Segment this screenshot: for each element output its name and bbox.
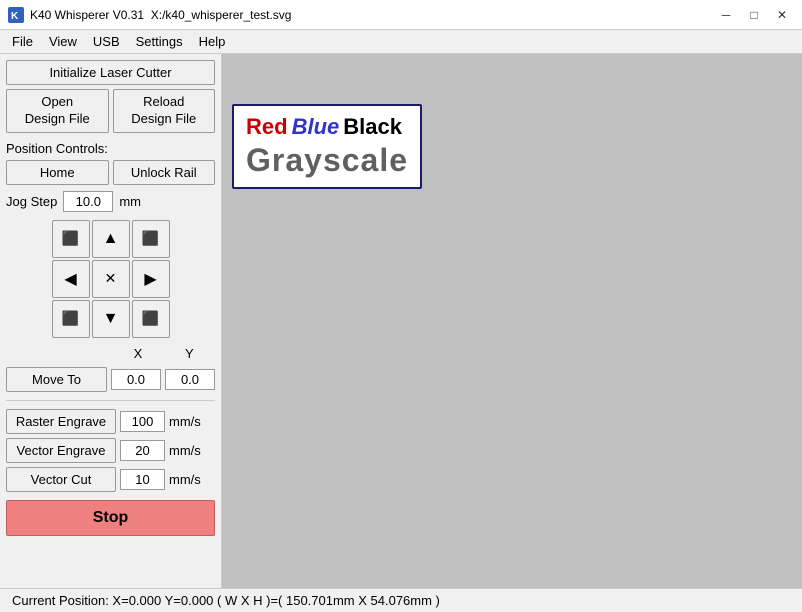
preview-text-blue: Blue	[292, 114, 340, 140]
raster-engrave-unit: mm/s	[169, 414, 201, 429]
jog-bottom-right-button[interactable]: ⬛	[132, 300, 170, 338]
maximize-button[interactable]: □	[742, 5, 766, 25]
jog-top-right-icon: ⬛	[142, 230, 159, 247]
raster-engrave-input[interactable]	[120, 411, 165, 432]
preview-text-red: Red	[246, 114, 288, 140]
x-label: X	[114, 346, 161, 361]
left-panel: Initialize Laser Cutter OpenDesign File …	[0, 54, 222, 588]
status-text: Current Position: X=0.000 Y=0.000 ( W X …	[12, 593, 440, 608]
jog-grid: ⬛ ▲ ⬛ ◀ ✕ ▶ ⬛ ▼	[52, 220, 170, 338]
jog-top-left-icon: ⬛	[62, 230, 79, 247]
position-controls-label: Position Controls:	[6, 141, 215, 156]
preview-line2: Grayscale	[246, 142, 408, 179]
app-icon: K	[8, 7, 24, 23]
menu-file[interactable]: File	[4, 32, 41, 51]
title-bar-controls: ─ □ ✕	[714, 5, 794, 25]
reload-design-button[interactable]: ReloadDesign File	[113, 89, 216, 133]
close-button[interactable]: ✕	[770, 5, 794, 25]
arrow-left-icon: ◀	[64, 269, 76, 289]
separator-1	[6, 400, 215, 401]
menu-view[interactable]: View	[41, 32, 85, 51]
vector-cut-unit: mm/s	[169, 472, 201, 487]
jog-top-right-button[interactable]: ⬛	[132, 220, 170, 258]
jog-step-unit: mm	[119, 194, 141, 209]
y-label: Y	[166, 346, 213, 361]
jog-right-button[interactable]: ▶	[132, 260, 170, 298]
jog-bottom-left-icon: ⬛	[62, 310, 79, 327]
title-bar: K K40 Whisperer V0.31 X:/k40_whisperer_t…	[0, 0, 802, 30]
unlock-rail-button[interactable]: Unlock Rail	[113, 160, 216, 185]
svg-text:K: K	[11, 11, 19, 22]
menu-settings[interactable]: Settings	[128, 32, 191, 51]
vector-cut-input[interactable]	[120, 469, 165, 490]
home-button[interactable]: Home	[6, 160, 109, 185]
vector-engrave-button[interactable]: Vector Engrave	[6, 438, 116, 463]
menu-usb[interactable]: USB	[85, 32, 128, 51]
title-bar-text: K40 Whisperer V0.31 X:/k40_whisperer_tes…	[30, 8, 291, 22]
jog-top-left-button[interactable]: ⬛	[52, 220, 90, 258]
menu-bar: File View USB Settings Help	[0, 30, 802, 54]
jog-up-button[interactable]: ▲	[92, 220, 130, 258]
menu-help[interactable]: Help	[191, 32, 234, 51]
jog-left-button[interactable]: ◀	[52, 260, 90, 298]
move-to-y-input[interactable]	[165, 369, 215, 390]
canvas-area: Red Blue Black Grayscale	[222, 54, 802, 588]
move-to-row: Move To	[6, 367, 215, 392]
jog-bottom-left-button[interactable]: ⬛	[52, 300, 90, 338]
minimize-button[interactable]: ─	[714, 5, 738, 25]
jog-step-row: Jog Step mm	[6, 191, 215, 212]
title-bar-left: K K40 Whisperer V0.31 X:/k40_whisperer_t…	[8, 7, 291, 23]
arrow-down-icon: ▼	[103, 310, 119, 328]
jog-bottom-right-icon: ⬛	[142, 310, 159, 327]
arrow-right-icon: ▶	[144, 269, 156, 289]
jog-step-input[interactable]	[63, 191, 113, 212]
home-unlock-row: Home Unlock Rail	[6, 160, 215, 185]
status-bar: Current Position: X=0.000 Y=0.000 ( W X …	[0, 588, 802, 612]
open-design-button[interactable]: OpenDesign File	[6, 89, 109, 133]
move-to-x-input[interactable]	[111, 369, 161, 390]
xy-labels-row: X Y	[6, 346, 215, 361]
jog-down-button[interactable]: ▼	[92, 300, 130, 338]
vector-cut-button[interactable]: Vector Cut	[6, 467, 116, 492]
vector-engrave-input[interactable]	[120, 440, 165, 461]
arrow-up-icon: ▲	[103, 230, 119, 248]
design-file-row: OpenDesign File ReloadDesign File	[6, 89, 215, 133]
jog-center-button[interactable]: ✕	[92, 260, 130, 298]
raster-engrave-row: Raster Engrave mm/s	[6, 409, 215, 434]
move-to-button[interactable]: Move To	[6, 367, 107, 392]
center-icon: ✕	[105, 270, 117, 287]
initialize-button[interactable]: Initialize Laser Cutter	[6, 60, 215, 85]
main-content: Initialize Laser Cutter OpenDesign File …	[0, 54, 802, 588]
preview-text-black: Black	[343, 114, 402, 140]
preview-line1: Red Blue Black	[246, 114, 408, 140]
vector-engrave-row: Vector Engrave mm/s	[6, 438, 215, 463]
preview-text-gray: Grayscale	[246, 142, 408, 178]
stop-button[interactable]: Stop	[6, 500, 215, 536]
design-preview: Red Blue Black Grayscale	[232, 104, 422, 189]
vector-engrave-unit: mm/s	[169, 443, 201, 458]
vector-cut-row: Vector Cut mm/s	[6, 467, 215, 492]
jog-step-label: Jog Step	[6, 194, 57, 209]
raster-engrave-button[interactable]: Raster Engrave	[6, 409, 116, 434]
